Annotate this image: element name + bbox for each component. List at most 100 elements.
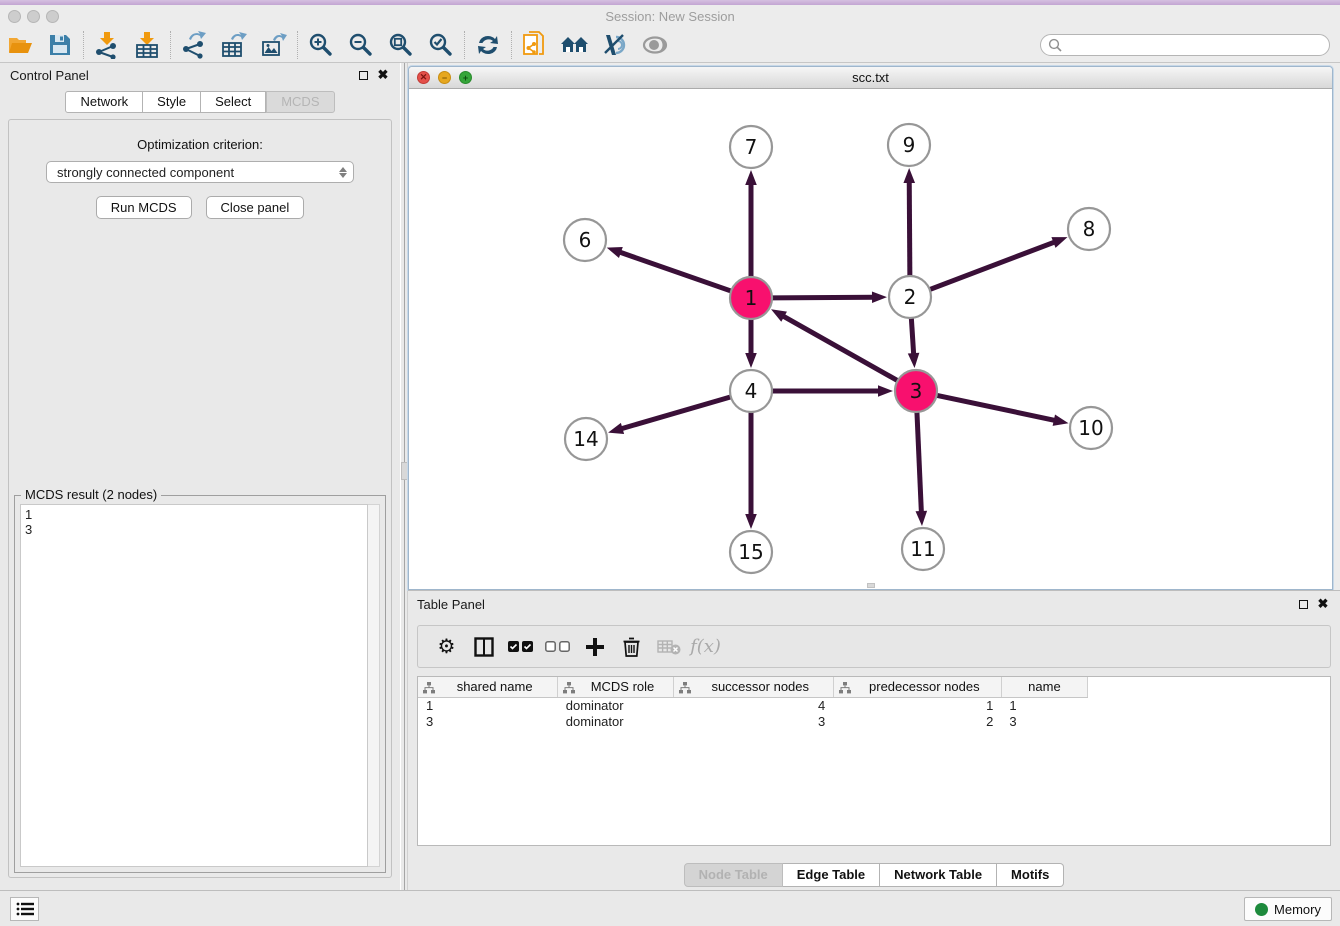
task-history-button[interactable] — [10, 897, 39, 921]
show-graphics-details-button[interactable] — [635, 30, 675, 60]
toolbar-separator — [464, 31, 465, 59]
tab-edge-table[interactable]: Edge Table — [783, 863, 880, 887]
panel-splitter[interactable] — [400, 63, 408, 890]
graph-node-label: 11 — [910, 537, 935, 561]
graph-edge-4-14[interactable] — [620, 397, 731, 429]
tab-mcds[interactable]: MCDS — [266, 91, 334, 113]
close-table-panel-icon[interactable]: ✖ — [1316, 597, 1330, 611]
graph-edge-arrowhead — [745, 170, 757, 185]
table-header-row: shared name MCDS role successor nodes — [418, 677, 1088, 697]
graph-edge-2-8[interactable] — [930, 241, 1057, 289]
result-scrollbar[interactable] — [368, 504, 380, 867]
column-header-mcds-role[interactable]: MCDS role — [558, 677, 673, 697]
flow-icon — [679, 682, 691, 694]
memory-button[interactable]: Memory — [1244, 897, 1332, 921]
zoom-fit-button[interactable] — [381, 30, 421, 60]
import-table-button[interactable] — [127, 30, 167, 60]
apply-layout-button[interactable] — [468, 30, 508, 60]
network-view-window: ✕ − + scc.txt 7968124314101511 — [408, 66, 1333, 590]
new-network-from-selection-button[interactable] — [515, 30, 555, 60]
session-title: Session: New Session — [0, 9, 1340, 24]
zoom-selected-button[interactable] — [421, 30, 461, 60]
column-header-shared-name[interactable]: shared name — [418, 677, 558, 697]
graph-edge-3-10[interactable] — [937, 395, 1057, 420]
open-folder-icon — [7, 33, 33, 57]
graph-edge-2-3[interactable] — [911, 318, 913, 356]
hide-graphics-details-button[interactable] — [595, 30, 635, 60]
graph-edge-3-11[interactable] — [917, 412, 922, 514]
graph-edge-1-6[interactable] — [618, 252, 731, 292]
network-resize-grip[interactable] — [867, 583, 875, 588]
mcds-result-title: MCDS result (2 nodes) — [21, 487, 161, 502]
toolbar-separator — [511, 31, 512, 59]
network-canvas[interactable]: 7968124314101511 — [409, 89, 1332, 589]
graph-edge-arrowhead — [872, 291, 887, 303]
graph-edge-arrowhead — [903, 168, 915, 183]
zoom-in-icon — [308, 32, 334, 58]
zoom-out-button[interactable] — [341, 30, 381, 60]
tab-network-table[interactable]: Network Table — [880, 863, 997, 887]
column-header-name[interactable]: name — [1001, 677, 1087, 697]
graph-node-label: 7 — [745, 135, 758, 159]
network-file-icon — [522, 31, 548, 59]
search-icon — [1048, 38, 1062, 52]
add-row-button[interactable] — [576, 630, 613, 664]
select-all-button[interactable] — [502, 630, 539, 664]
graph-edge-arrowhead — [608, 423, 624, 434]
mcds-result-text[interactable]: 1 3 — [20, 504, 368, 867]
flow-icon — [839, 682, 851, 694]
export-network-button[interactable] — [174, 30, 214, 60]
close-panel-button[interactable]: Close panel — [206, 196, 305, 219]
network-maximize-button[interactable]: + — [459, 71, 472, 84]
memory-label: Memory — [1274, 902, 1321, 917]
zoom-selected-icon — [428, 32, 454, 58]
control-panel-title: Control Panel — [10, 68, 89, 83]
export-table-icon — [221, 31, 247, 59]
float-table-panel-icon[interactable] — [1296, 597, 1310, 611]
export-table-button[interactable] — [214, 30, 254, 60]
column-header-successor-nodes[interactable]: successor nodes — [673, 677, 833, 697]
network-view-titlebar[interactable]: ✕ − + scc.txt — [409, 67, 1332, 89]
zoom-out-icon — [348, 32, 374, 58]
run-mcds-button[interactable]: Run MCDS — [96, 196, 192, 219]
graph-node-label: 10 — [1078, 416, 1103, 440]
delete-table-button[interactable] — [650, 630, 687, 664]
hide-details-icon — [602, 33, 628, 57]
table-row[interactable]: 1 dominator 4 1 1 — [418, 697, 1088, 713]
main-toolbar — [0, 27, 1340, 63]
criterion-select[interactable]: strongly connected component — [46, 161, 354, 183]
zoom-in-button[interactable] — [301, 30, 341, 60]
column-header-predecessor-nodes[interactable]: predecessor nodes — [833, 677, 1001, 697]
flow-icon — [423, 682, 435, 694]
tab-motifs[interactable]: Motifs — [997, 863, 1064, 887]
graph-edge-2-9[interactable] — [909, 180, 910, 276]
open-session-button[interactable] — [0, 30, 40, 60]
tab-style[interactable]: Style — [143, 91, 201, 113]
network-close-button[interactable]: ✕ — [417, 71, 430, 84]
tab-node-table[interactable]: Node Table — [684, 863, 783, 887]
splitter-grip[interactable] — [401, 462, 408, 480]
save-session-button[interactable] — [40, 30, 80, 60]
tab-network[interactable]: Network — [65, 91, 143, 113]
reset-view-button[interactable] — [555, 30, 595, 60]
tab-select[interactable]: Select — [201, 91, 266, 113]
table-row[interactable]: 3 dominator 3 2 3 — [418, 713, 1088, 729]
float-panel-icon[interactable] — [356, 68, 370, 82]
network-graph[interactable]: 7968124314101511 — [409, 89, 1332, 589]
delete-row-button[interactable] — [613, 630, 650, 664]
import-network-button[interactable] — [87, 30, 127, 60]
delete-table-icon — [657, 639, 681, 655]
search-input[interactable] — [1040, 34, 1330, 56]
refresh-icon — [475, 32, 501, 58]
graph-node-label: 3 — [910, 379, 923, 403]
network-minimize-button[interactable]: − — [438, 71, 451, 84]
graph-edge-3-1[interactable] — [781, 315, 897, 381]
graph-edge-1-2[interactable] — [772, 297, 875, 298]
zoom-fit-icon — [388, 32, 414, 58]
export-image-button[interactable] — [254, 30, 294, 60]
function-builder-button[interactable]: f(x) — [687, 630, 724, 664]
close-panel-icon[interactable]: ✖ — [376, 68, 390, 82]
deselect-all-button[interactable] — [539, 630, 576, 664]
table-settings-button[interactable]: ⚙ — [428, 630, 465, 664]
show-column-button[interactable] — [465, 630, 502, 664]
